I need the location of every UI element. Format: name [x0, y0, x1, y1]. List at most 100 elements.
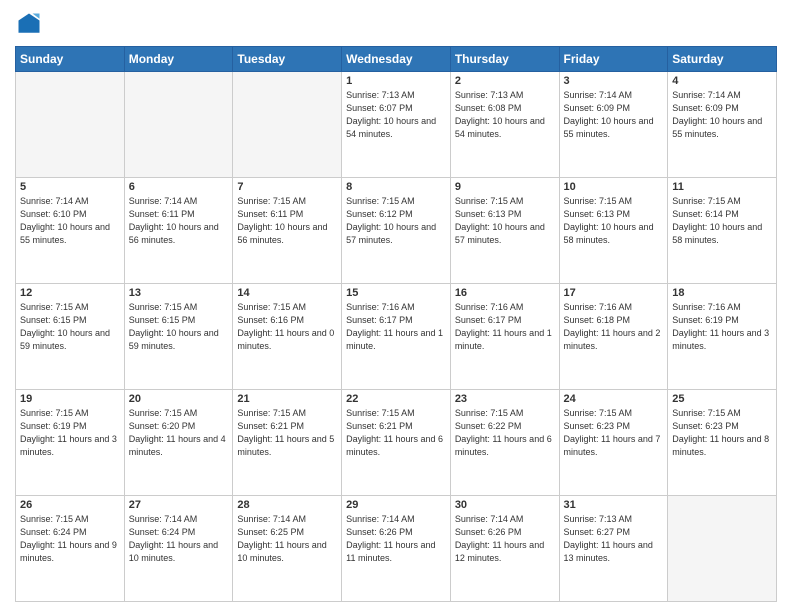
day-number: 18 [672, 287, 772, 299]
calendar-cell: 30 Sunrise: 7:14 AM Sunset: 6:26 PM Dayli… [450, 496, 559, 602]
calendar-table: SundayMondayTuesdayWednesdayThursdayFrid… [15, 46, 777, 602]
day-number: 27 [129, 499, 229, 511]
day-info: Sunrise: 7:13 AM Sunset: 6:27 PM Dayligh… [564, 513, 664, 565]
day-info: Sunrise: 7:16 AM Sunset: 6:17 PM Dayligh… [455, 301, 555, 353]
calendar-cell: 18 Sunrise: 7:16 AM Sunset: 6:19 PM Dayli… [668, 284, 777, 390]
day-number: 22 [346, 393, 446, 405]
page: SundayMondayTuesdayWednesdayThursdayFrid… [0, 0, 792, 612]
day-info: Sunrise: 7:14 AM Sunset: 6:11 PM Dayligh… [129, 195, 229, 247]
weekday-header-thursday: Thursday [450, 47, 559, 72]
calendar-cell: 9Sunrise: 7:15 AM Sunset: 6:13 PM Daylig… [450, 178, 559, 284]
calendar-cell: 25Sunrise: 7:15 AM Sunset: 6:23 PM Dayli… [668, 390, 777, 496]
day-number: 17 [564, 287, 664, 299]
calendar-cell [668, 496, 777, 602]
calendar-cell: 26 Sunrise: 7:15 AM Sunset: 6:24 PM Dayli… [16, 496, 125, 602]
day-info: Sunrise: 7:15 AM Sunset: 6:11 PM Dayligh… [237, 195, 337, 247]
day-number: 19 [20, 393, 120, 405]
day-info: Sunrise: 7:15 AM Sunset: 6:23 PM Dayligh… [672, 407, 772, 459]
calendar-cell: 20 Sunrise: 7:15 AM Sunset: 6:20 PM Dayli… [124, 390, 233, 496]
day-info: Sunrise: 7:15 AM Sunset: 6:21 PM Dayligh… [346, 407, 446, 459]
day-number: 28 [237, 499, 337, 511]
calendar-cell: 5 Sunrise: 7:14 AM Sunset: 6:10 PM Daylig… [16, 178, 125, 284]
calendar-cell: 13 Sunrise: 7:15 AM Sunset: 6:15 PM Dayli… [124, 284, 233, 390]
weekday-header-friday: Friday [559, 47, 668, 72]
day-info: Sunrise: 7:15 AM Sunset: 6:15 PM Dayligh… [20, 301, 120, 353]
day-info: Sunrise: 7:15 AM Sunset: 6:12 PM Dayligh… [346, 195, 446, 247]
day-info: Sunrise: 7:14 AM Sunset: 6:10 PM Dayligh… [20, 195, 120, 247]
day-info: Sunrise: 7:13 AM Sunset: 6:08 PM Dayligh… [455, 89, 555, 141]
calendar-cell [233, 72, 342, 178]
weekday-header-monday: Monday [124, 47, 233, 72]
day-info: Sunrise: 7:15 AM Sunset: 6:14 PM Dayligh… [672, 195, 772, 247]
day-number: 29 [346, 499, 446, 511]
week-row-5: 26 Sunrise: 7:15 AM Sunset: 6:24 PM Dayli… [16, 496, 777, 602]
day-info: Sunrise: 7:14 AM Sunset: 6:26 PM Dayligh… [455, 513, 555, 565]
day-info: Sunrise: 7:16 AM Sunset: 6:19 PM Dayligh… [672, 301, 772, 353]
day-number: 11 [672, 181, 772, 193]
day-number: 24 [564, 393, 664, 405]
calendar-cell: 2Sunrise: 7:13 AM Sunset: 6:08 PM Daylig… [450, 72, 559, 178]
day-info: Sunrise: 7:15 AM Sunset: 6:13 PM Dayligh… [455, 195, 555, 247]
day-number: 3 [564, 75, 664, 87]
day-info: Sunrise: 7:15 AM Sunset: 6:20 PM Dayligh… [129, 407, 229, 459]
day-info: Sunrise: 7:15 AM Sunset: 6:24 PM Dayligh… [20, 513, 120, 565]
calendar-cell: 11 Sunrise: 7:15 AM Sunset: 6:14 PM Dayli… [668, 178, 777, 284]
calendar-cell: 21 Sunrise: 7:15 AM Sunset: 6:21 PM Dayli… [233, 390, 342, 496]
day-number: 13 [129, 287, 229, 299]
day-number: 16 [455, 287, 555, 299]
day-info: Sunrise: 7:14 AM Sunset: 6:26 PM Dayligh… [346, 513, 446, 565]
weekday-header-saturday: Saturday [668, 47, 777, 72]
calendar-cell [124, 72, 233, 178]
day-number: 6 [129, 181, 229, 193]
weekday-header-row: SundayMondayTuesdayWednesdayThursdayFrid… [16, 47, 777, 72]
day-info: Sunrise: 7:16 AM Sunset: 6:18 PM Dayligh… [564, 301, 664, 353]
calendar-cell: 6 Sunrise: 7:14 AM Sunset: 6:11 PM Daylig… [124, 178, 233, 284]
day-number: 5 [20, 181, 120, 193]
day-info: Sunrise: 7:15 AM Sunset: 6:19 PM Dayligh… [20, 407, 120, 459]
calendar-cell: 14 Sunrise: 7:15 AM Sunset: 6:16 PM Dayli… [233, 284, 342, 390]
day-info: Sunrise: 7:14 AM Sunset: 6:25 PM Dayligh… [237, 513, 337, 565]
calendar-cell: 3 Sunrise: 7:14 AM Sunset: 6:09 PM Daylig… [559, 72, 668, 178]
weekday-header-sunday: Sunday [16, 47, 125, 72]
logo [15, 10, 47, 38]
calendar-cell: 12 Sunrise: 7:15 AM Sunset: 6:15 PM Dayli… [16, 284, 125, 390]
day-info: Sunrise: 7:15 AM Sunset: 6:22 PM Dayligh… [455, 407, 555, 459]
day-number: 21 [237, 393, 337, 405]
day-info: Sunrise: 7:15 AM Sunset: 6:23 PM Dayligh… [564, 407, 664, 459]
day-number: 14 [237, 287, 337, 299]
day-number: 8 [346, 181, 446, 193]
calendar-cell: 31 Sunrise: 7:13 AM Sunset: 6:27 PM Dayli… [559, 496, 668, 602]
day-number: 31 [564, 499, 664, 511]
day-info: Sunrise: 7:15 AM Sunset: 6:21 PM Dayligh… [237, 407, 337, 459]
day-number: 1 [346, 75, 446, 87]
day-info: Sunrise: 7:14 AM Sunset: 6:24 PM Dayligh… [129, 513, 229, 565]
calendar-cell [16, 72, 125, 178]
calendar-cell: 10Sunrise: 7:15 AM Sunset: 6:13 PM Dayli… [559, 178, 668, 284]
calendar-cell: 16 Sunrise: 7:16 AM Sunset: 6:17 PM Dayli… [450, 284, 559, 390]
calendar-cell: 29 Sunrise: 7:14 AM Sunset: 6:26 PM Dayli… [342, 496, 451, 602]
weekday-header-tuesday: Tuesday [233, 47, 342, 72]
calendar-cell: 7 Sunrise: 7:15 AM Sunset: 6:11 PM Daylig… [233, 178, 342, 284]
day-info: Sunrise: 7:14 AM Sunset: 6:09 PM Dayligh… [672, 89, 772, 141]
calendar-cell: 23 Sunrise: 7:15 AM Sunset: 6:22 PM Dayli… [450, 390, 559, 496]
day-number: 23 [455, 393, 555, 405]
calendar-cell: 22 Sunrise: 7:15 AM Sunset: 6:21 PM Dayli… [342, 390, 451, 496]
day-info: Sunrise: 7:13 AM Sunset: 6:07 PM Dayligh… [346, 89, 446, 141]
header [15, 10, 777, 38]
day-number: 26 [20, 499, 120, 511]
week-row-3: 12 Sunrise: 7:15 AM Sunset: 6:15 PM Dayli… [16, 284, 777, 390]
day-info: Sunrise: 7:15 AM Sunset: 6:15 PM Dayligh… [129, 301, 229, 353]
day-number: 30 [455, 499, 555, 511]
calendar-cell: 19 Sunrise: 7:15 AM Sunset: 6:19 PM Dayli… [16, 390, 125, 496]
day-number: 15 [346, 287, 446, 299]
calendar-cell: 27 Sunrise: 7:14 AM Sunset: 6:24 PM Dayli… [124, 496, 233, 602]
calendar-cell: 17 Sunrise: 7:16 AM Sunset: 6:18 PM Dayli… [559, 284, 668, 390]
weekday-header-wednesday: Wednesday [342, 47, 451, 72]
day-number: 7 [237, 181, 337, 193]
day-info: Sunrise: 7:15 AM Sunset: 6:16 PM Dayligh… [237, 301, 337, 353]
day-number: 20 [129, 393, 229, 405]
day-number: 12 [20, 287, 120, 299]
day-info: Sunrise: 7:14 AM Sunset: 6:09 PM Dayligh… [564, 89, 664, 141]
calendar-cell: 1 Sunrise: 7:13 AM Sunset: 6:07 PM Daylig… [342, 72, 451, 178]
calendar-cell: 15Sunrise: 7:16 AM Sunset: 6:17 PM Dayli… [342, 284, 451, 390]
